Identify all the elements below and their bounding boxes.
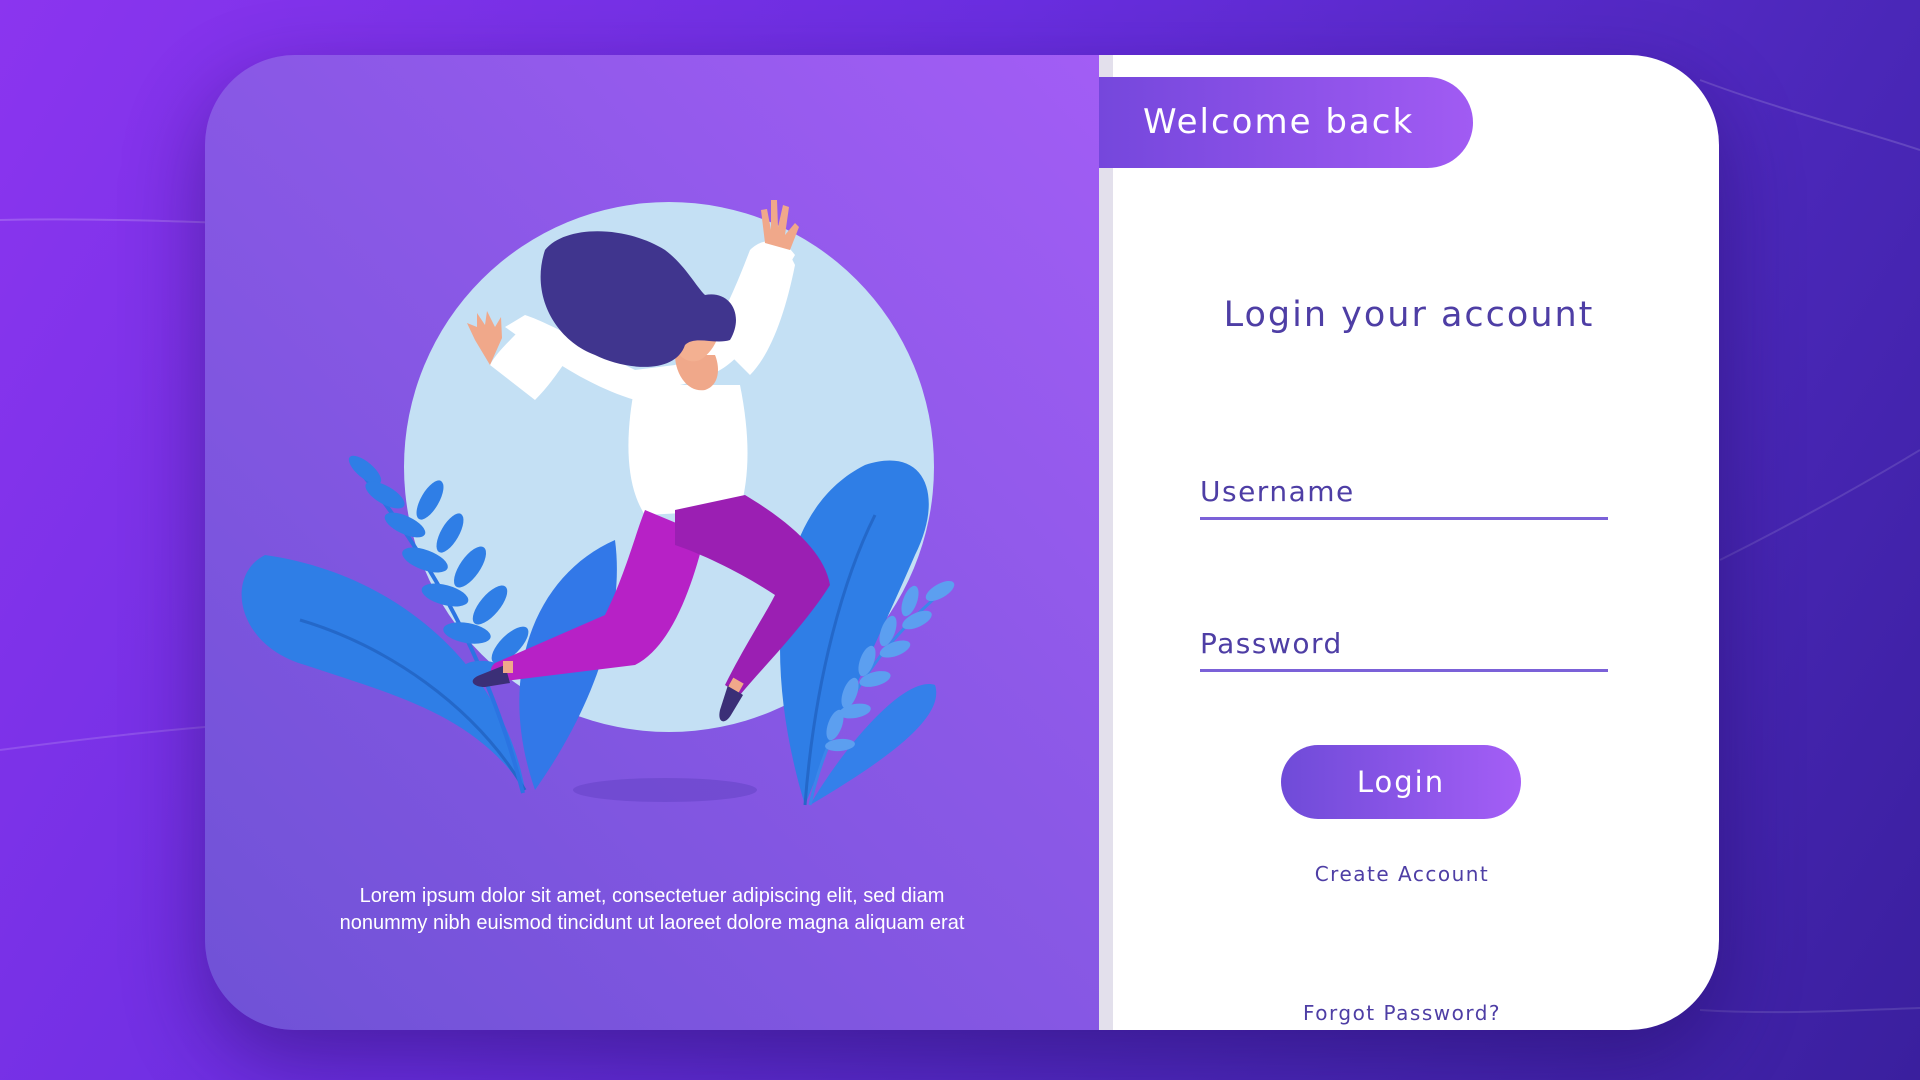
hero-caption-line2: nonummy nibh euismod tincidunt ut laoree… [339, 912, 965, 934]
password-input[interactable] [1200, 617, 1608, 672]
hero-caption-line1: Lorem ipsum dolor sit amet, consectetuer… [359, 885, 945, 907]
hero-caption: Lorem ipsum dolor sit amet, consectetuer… [205, 883, 1099, 937]
panel-divider [1099, 55, 1113, 1030]
hero-panel: Lorem ipsum dolor sit amet, consectetuer… [205, 55, 1099, 1030]
username-input[interactable] [1200, 465, 1608, 520]
forgot-password-link[interactable]: Forgot Password? [1300, 1001, 1504, 1030]
login-button[interactable]: Login [1281, 745, 1521, 819]
welcome-badge: Welcome back [1099, 77, 1473, 168]
login-card: Lorem ipsum dolor sit amet, consectetuer… [205, 55, 1719, 1030]
create-account-link[interactable]: Create Account [1113, 862, 1691, 886]
login-panel: Welcome back Login your account Login Cr… [1099, 55, 1719, 1030]
login-title: Login your account [1223, 295, 1595, 335]
